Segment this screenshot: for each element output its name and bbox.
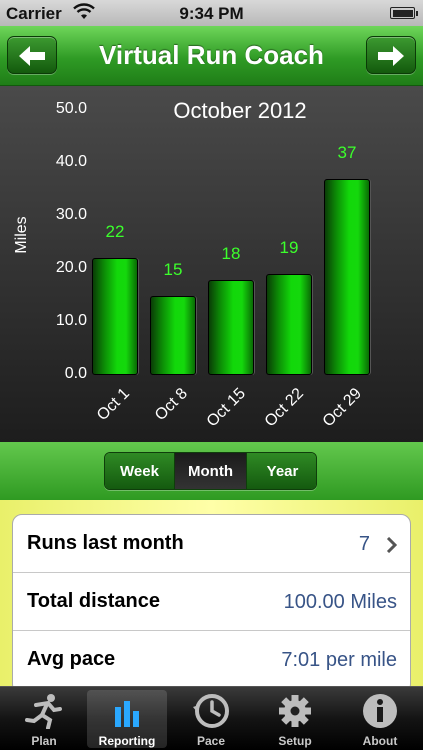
- chart-bar: [324, 178, 370, 375]
- tab-pace-label: Pace: [196, 734, 226, 748]
- tab-reporting[interactable]: Reporting: [87, 690, 167, 748]
- segment-week[interactable]: Week: [105, 453, 175, 489]
- gear-icon: [279, 695, 311, 727]
- bar-data-label: 37: [337, 142, 357, 162]
- miles-chart: October 2012 Miles 0.0 10.0 20.0 30.0 40.0 50…: [0, 86, 423, 442]
- period-segmented-control: Week Month Year: [104, 452, 317, 490]
- avg-pace-label: Avg pace: [27, 648, 116, 670]
- chart-title: October 2012: [173, 98, 307, 123]
- bar-data-label: 22: [105, 222, 125, 242]
- segment-year[interactable]: Year: [247, 453, 316, 489]
- chevron-right-icon: [386, 537, 398, 553]
- clock-icon: [193, 694, 229, 728]
- y-tick-label: 30.0: [55, 206, 87, 223]
- stats-section: Runs last month 7 Total distance 100.00 …: [0, 500, 423, 694]
- stats-list: Runs last month 7 Total distance 100.00 …: [12, 514, 411, 694]
- avg-pace-value: 7:01 per mile: [281, 649, 397, 671]
- x-tick-label: Oct 1: [93, 385, 134, 425]
- chart-bar: [92, 258, 138, 375]
- bar-chart-icon: [115, 701, 139, 727]
- tab-reporting-label: Reporting: [98, 734, 156, 748]
- y-tick-label: 20.0: [55, 259, 87, 276]
- tab-pace[interactable]: Pace: [171, 690, 251, 748]
- runs-last-month-row[interactable]: Runs last month 7: [13, 515, 410, 573]
- runs-last-month-value: 7: [358, 533, 370, 555]
- period-selector-band: Week Month Year: [0, 442, 423, 500]
- tab-plan[interactable]: Plan: [4, 690, 84, 748]
- avg-pace-row: Avg pace 7:01 per mile: [13, 631, 410, 689]
- battery-icon: [390, 7, 418, 19]
- bar-data-label: 18: [221, 243, 241, 263]
- x-tick-label: Oct 8: [151, 385, 192, 425]
- runs-last-month-label: Runs last month: [27, 532, 184, 554]
- x-tick-label: Oct 29: [319, 385, 366, 431]
- status-bar: Carrier 9:34 PM: [0, 0, 423, 26]
- tab-setup-label: Setup: [278, 734, 312, 748]
- nav-header: Virtual Run Coach: [0, 26, 423, 86]
- bar-data-label: 15: [163, 259, 183, 279]
- y-tick-label: 40.0: [55, 153, 87, 170]
- forward-button[interactable]: [366, 36, 416, 74]
- y-tick-label: 0.0: [64, 365, 87, 382]
- status-time: 9:34 PM: [179, 4, 244, 23]
- tab-about-label: About: [362, 734, 398, 748]
- tab-about[interactable]: About: [340, 690, 420, 748]
- bar-data-label: 19: [279, 238, 299, 258]
- arrow-right-icon: [378, 46, 404, 66]
- app-title: Virtual Run Coach: [99, 40, 324, 70]
- total-distance-value: 100.00 Miles: [283, 591, 397, 613]
- chart-bar: [150, 295, 196, 375]
- tab-bar: Plan Reporting Pace Setup About: [0, 686, 423, 750]
- total-distance-row: Total distance 100.00 Miles: [13, 573, 410, 631]
- x-tick-label: Oct 22: [261, 385, 308, 431]
- tab-plan-label: Plan: [31, 734, 57, 748]
- segment-month[interactable]: Month: [175, 453, 247, 489]
- runner-icon: [25, 694, 62, 729]
- y-tick-label: 50.0: [55, 100, 87, 117]
- chart-bar: [266, 274, 312, 375]
- total-distance-label: Total distance: [27, 590, 160, 612]
- chart-bar: [208, 279, 254, 375]
- y-axis-label: Miles: [13, 216, 30, 254]
- y-tick-label: 10.0: [55, 312, 87, 329]
- tab-setup[interactable]: Setup: [255, 690, 335, 748]
- info-icon: [363, 694, 397, 728]
- x-tick-label: Oct 15: [203, 385, 250, 431]
